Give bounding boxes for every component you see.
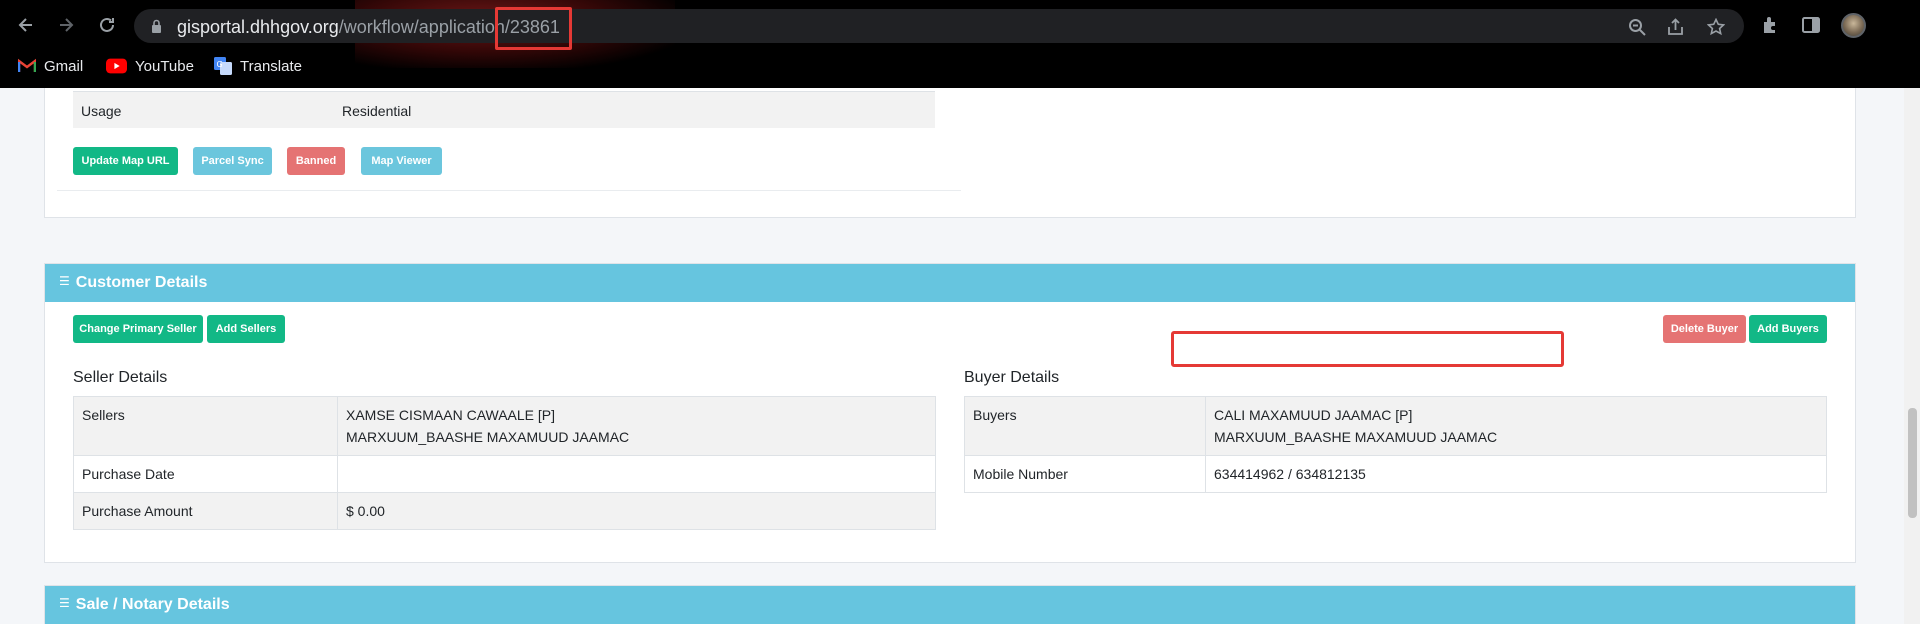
table-row: Sellers XAMSE CISMAAN CAWAALE [P] MARXUU… [73, 396, 936, 456]
list-icon: ☰ [59, 596, 70, 610]
seller-details-title: Seller Details [73, 369, 168, 386]
table-row: Usage Residential [73, 91, 935, 128]
add-sellers-button[interactable]: Add Sellers [207, 315, 285, 343]
buyer-details-table: Buyers CALI MAXAMUUD JAAMAC [P] MARXUUM_… [964, 396, 1827, 493]
update-map-url-button[interactable]: Update Map URL [73, 147, 178, 175]
banned-button[interactable]: Banned [287, 147, 345, 175]
seller-name: XAMSE CISMAAN CAWAALE [P] [346, 407, 556, 423]
mobile-number-value: 634414962 / 634812135 [1205, 455, 1827, 493]
zoom-icon[interactable] [1628, 18, 1646, 36]
change-primary-seller-button[interactable]: Change Primary Seller [73, 315, 203, 343]
url-highlight-box [495, 7, 572, 50]
purchase-date-label: Purchase Date [73, 455, 338, 493]
bookmark-youtube[interactable]: YouTube [106, 56, 194, 76]
scrollbar[interactable] [1904, 88, 1920, 624]
buyers-value: CALI MAXAMUUD JAAMAC [P] MARXUUM_BAASHE … [1205, 396, 1827, 456]
gmail-icon [18, 58, 36, 72]
customer-details-header: ☰ Customer Details [45, 264, 1855, 302]
purchase-amount-label: Purchase Amount [73, 492, 338, 530]
card-title: Sale / Notary Details [75, 596, 230, 613]
property-value: Residential [342, 103, 412, 119]
table-row: Purchase Date [73, 455, 936, 493]
parcel-sync-button[interactable]: Parcel Sync [193, 147, 272, 175]
youtube-icon [106, 58, 127, 74]
forward-button[interactable] [52, 11, 80, 39]
buyer-name: CALI MAXAMUUD JAAMAC [P] [1214, 407, 1413, 423]
sellers-value: XAMSE CISMAAN CAWAALE [P] MARXUUM_BAASHE… [337, 396, 936, 456]
seller-name: MARXUUM_BAASHE MAXAMUUD JAAMAC [346, 429, 630, 445]
map-viewer-button[interactable]: Map Viewer [361, 147, 442, 175]
delete-buyer-button[interactable]: Delete Buyer [1663, 315, 1746, 343]
divider [57, 190, 961, 191]
share-icon[interactable] [1667, 18, 1685, 36]
profile-avatar[interactable] [1841, 13, 1866, 38]
bookmark-label: Translate [240, 57, 302, 75]
lock-icon[interactable] [151, 19, 162, 33]
buyer-name: MARXUUM_BAASHE MAXAMUUD JAAMAC [1214, 429, 1498, 445]
sale-notary-card: ☰ Sale / Notary Details [44, 585, 1856, 624]
reload-button[interactable] [93, 11, 121, 39]
add-buyers-button[interactable]: Add Buyers [1749, 315, 1827, 343]
bookmark-label: YouTube [135, 57, 194, 75]
scrollbar-thumb[interactable] [1908, 408, 1917, 518]
sellers-label: Sellers [73, 396, 338, 456]
address-bar[interactable]: gisportal.dhhgov.org/workflow/applicatio… [134, 9, 1744, 43]
translate-icon: G [214, 57, 232, 75]
sale-notary-header: ☰ Sale / Notary Details [45, 586, 1855, 624]
property-key: Usage [81, 103, 122, 119]
purchase-amount-value: $ 0.00 [337, 492, 936, 530]
seller-details-table: Sellers XAMSE CISMAAN CAWAALE [P] MARXUU… [73, 396, 936, 530]
bookmark-star-icon[interactable] [1707, 18, 1725, 36]
extensions-icon[interactable] [1761, 15, 1781, 35]
list-icon: ☰ [59, 274, 70, 288]
purchase-date-value [337, 455, 936, 493]
bookmark-label: Gmail [44, 57, 84, 75]
url-host: gisportal.dhhgov.org [177, 17, 339, 37]
bookmark-translate[interactable]: G Translate [214, 56, 302, 76]
mobile-number-label: Mobile Number [964, 455, 1206, 493]
table-row: Buyers CALI MAXAMUUD JAAMAC [P] MARXUUM_… [964, 396, 1827, 456]
buyer-details-title: Buyer Details [964, 369, 1060, 386]
bookmark-gmail[interactable]: Gmail [18, 56, 83, 76]
card-title: Customer Details [75, 274, 208, 291]
page-content: Building No Usage Residential Update Map… [0, 88, 1904, 624]
back-button[interactable] [12, 11, 40, 39]
buyer-highlight-box [1171, 331, 1564, 367]
side-panel-icon[interactable] [1801, 15, 1821, 35]
customer-details-card: ☰ Customer Details Change Primary Seller … [44, 263, 1856, 563]
svg-text:G: G [217, 60, 223, 69]
property-card: Building No Usage Residential Update Map… [44, 88, 1856, 218]
buyers-label: Buyers [964, 396, 1206, 456]
browser-chrome: gisportal.dhhgov.org/workflow/applicatio… [0, 0, 1920, 88]
table-row: Mobile Number 634414962 / 634812135 [964, 455, 1827, 493]
table-row: Purchase Amount $ 0.00 [73, 492, 936, 530]
